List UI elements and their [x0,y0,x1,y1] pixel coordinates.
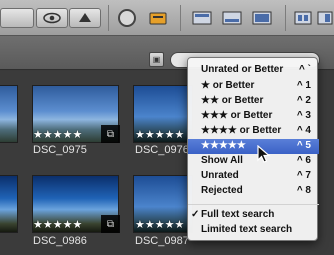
menu-item-label: Full text search [201,209,275,220]
menu-item-shortcut: ^ 3 [296,110,311,121]
toolbar-divider-2 [180,5,181,31]
menu-item-label: Unrated [201,170,239,181]
thumbnail-filename: DSC_0975 [33,144,87,156]
menu-item-shortcut: ^ 2 [296,95,311,106]
menu-item-unrated-or-better[interactable]: Unrated or Better ^ ` [188,63,319,78]
menu-item-shortcut: ^ 5 [296,140,311,151]
menu-item-label: ★★★★ or Better [201,125,282,136]
menu-item-shortcut: ^ 1 [296,80,311,91]
menu-item-unrated[interactable]: Unrated ^ 7 [188,169,319,184]
rating-stars: ★★★★★ [33,219,83,231]
menu-item-label: ★★★★★ [201,140,246,151]
menu-item-label: Rejected [201,185,243,196]
menu-item-2-stars[interactable]: ★★ or Better ^ 2 [188,94,319,109]
menu-item-shortcut: ^ 4 [296,125,311,136]
rating-stars: ★★★★★ [135,219,185,231]
adjust-button[interactable] [292,8,314,28]
menu-item-limited-text-search[interactable]: Limited text search [188,223,319,238]
toolbar-button-left[interactable] [0,8,34,28]
menu-item-5-stars[interactable]: ★★★★★ ^ 5 [188,139,319,154]
adjust-icon [292,8,314,28]
stack-badge-icon: ⧉ [101,125,120,143]
menu-item-show-all[interactable]: Show All ^ 6 [188,154,319,169]
menu-separator [188,204,319,205]
rotate-left-icon [70,9,100,27]
circle-tool-button[interactable] [114,8,140,28]
checkmark-icon: ✓ [191,209,200,220]
view-browser-button[interactable] [190,8,214,28]
view-split-button[interactable] [220,8,244,28]
menu-item-1-star[interactable]: ★ or Better ^ 1 [188,79,319,94]
grid-view-icon [190,8,214,28]
menu-item-label: Show All [201,155,243,166]
thumbnail-partial-1[interactable] [0,85,18,143]
toolbar-divider [108,5,109,31]
rotate-left-button[interactable] [69,8,101,28]
toolbar-divider-3 [285,5,286,31]
thumbnail-filename: DSC_0976 [135,144,189,156]
mouse-cursor-icon [257,145,271,163]
menu-item-label: ★★★ or Better [201,110,273,121]
preview-button[interactable] [36,8,68,28]
menu-item-4-stars[interactable]: ★★★★ or Better ^ 4 [188,124,319,139]
thumbnail-partial-2[interactable] [0,175,18,233]
thumbnail-filename: DSC_0986 [33,235,87,247]
menu-item-shortcut: ^ 6 [296,155,311,166]
circle-icon [114,8,140,28]
toolbar [0,0,334,36]
menu-item-label: ★★ or Better [201,95,264,106]
menu-item-shortcut: ^ 7 [296,170,311,181]
metadata-icon [316,8,334,28]
menu-item-rejected[interactable]: Rejected ^ 8 [188,184,319,199]
folder-icon [146,8,170,28]
thumbnail-filename: DSC_0987 [135,235,189,247]
folder-button[interactable] [146,8,170,28]
stack-badge-icon: ⧉ [101,215,120,233]
menu-item-3-stars[interactable]: ★★★ or Better ^ 3 [188,109,319,124]
view-viewer-button[interactable] [250,8,274,28]
split-view-icon [220,8,244,28]
filter-icon: ▣ [152,55,161,64]
menu-item-shortcut: ^ ` [299,64,311,75]
filter-hud-button[interactable]: ▣ [149,52,164,67]
menu-item-shortcut: ^ 8 [296,185,311,196]
rating-stars: ★★★★★ [135,129,185,141]
menu-item-label: ★ or Better [201,80,255,91]
eye-icon [37,9,67,27]
metadata-button[interactable] [316,8,334,28]
rating-filter-menu: Unrated or Better ^ ` ★ or Better ^ 1 ★★… [187,57,319,241]
menu-item-full-text-search[interactable]: ✓ Full text search [188,208,319,223]
rating-stars: ★★★★★ [33,129,83,141]
viewer-icon [250,8,274,28]
menu-item-label: Limited text search [201,224,293,235]
menu-item-label: Unrated or Better [201,64,284,75]
